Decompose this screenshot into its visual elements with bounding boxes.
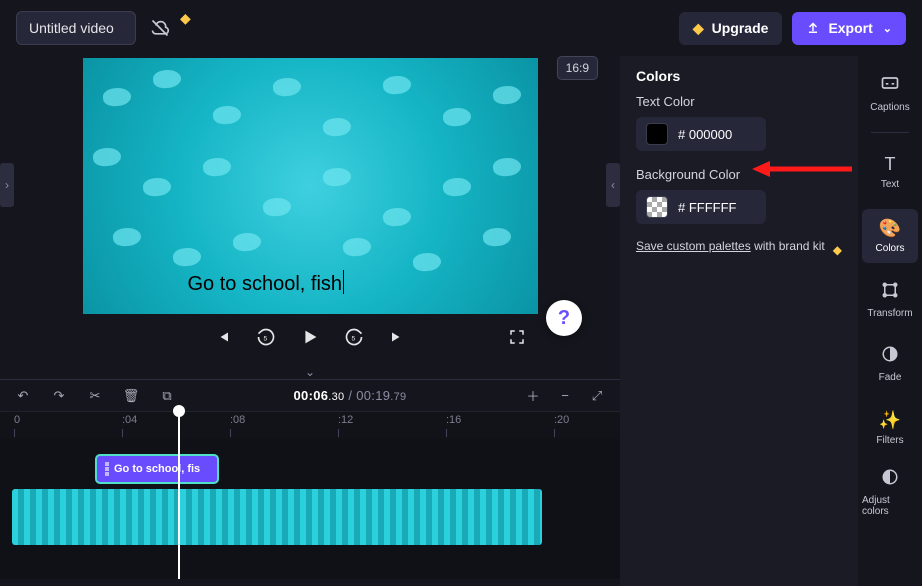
- fullscreen-button[interactable]: [506, 328, 528, 351]
- tick-3: :12: [338, 414, 353, 426]
- filters-icon: ✨: [879, 410, 901, 431]
- prev-button[interactable]: [211, 328, 233, 351]
- premium-gem-icon: ◆: [180, 10, 191, 27]
- svg-text:5: 5: [352, 335, 356, 342]
- right-panel-handle[interactable]: ‹: [606, 163, 620, 207]
- redo-button[interactable]: ↷: [50, 388, 68, 404]
- text-color-hex: # 000000: [678, 127, 732, 142]
- undo-button[interactable]: ↶: [14, 388, 32, 404]
- transform-icon: [881, 281, 899, 304]
- rail-text[interactable]: T Text: [862, 145, 918, 199]
- text-color-swatch: [646, 123, 668, 145]
- rail-filters[interactable]: ✨ Filters: [862, 401, 918, 455]
- text-color-label: Text Color: [636, 94, 842, 109]
- tick-5: :20: [554, 414, 569, 426]
- cloud-off-icon[interactable]: [146, 14, 174, 42]
- captions-icon: [880, 73, 900, 98]
- bg-color-hex: # FFFFFF: [678, 200, 737, 215]
- svg-text:5: 5: [264, 335, 268, 342]
- play-button[interactable]: [299, 326, 321, 353]
- tick-4: :16: [446, 414, 461, 426]
- text-clip[interactable]: Go to school, fis: [96, 455, 218, 483]
- caption-overlay[interactable]: Go to school, fish: [188, 270, 345, 296]
- text-icon: T: [885, 154, 896, 175]
- save-palettes-link[interactable]: Save custom palettes: [636, 239, 751, 253]
- bg-color-label: Background Color: [636, 167, 842, 182]
- rail-transform[interactable]: Transform: [862, 273, 918, 327]
- rewind-5-button[interactable]: 5: [255, 327, 277, 352]
- split-button[interactable]: ✂: [86, 388, 104, 404]
- clip-grip-icon: [105, 462, 109, 476]
- save-palettes-note: Save custom palettes with brand kit ◆: [636, 238, 842, 255]
- gem-icon: ◆: [833, 242, 842, 259]
- export-button[interactable]: Export ⌄: [792, 12, 906, 45]
- help-button[interactable]: ?: [546, 300, 582, 336]
- export-label: Export: [828, 20, 872, 36]
- left-panel-handle[interactable]: ›: [0, 163, 14, 207]
- top-bar: ◆ ◆ Upgrade Export ⌄: [0, 0, 922, 56]
- collapse-preview-caret[interactable]: ⌄: [0, 365, 620, 379]
- current-time: 00:06: [294, 388, 329, 403]
- forward-5-button[interactable]: 5: [343, 327, 365, 352]
- upgrade-label: Upgrade: [712, 20, 769, 36]
- aspect-ratio-chip[interactable]: 16:9: [557, 56, 598, 80]
- upload-icon: [806, 20, 820, 37]
- duplicate-button[interactable]: ⧉: [158, 388, 176, 404]
- timeline-toolbar: ↶ ↷ ✂ 🗑 ⧉ 00:06.30 / 00:19.79 ＋ − ⤢: [0, 379, 620, 411]
- text-clip-label: Go to school, fis: [114, 463, 200, 475]
- rail-colors[interactable]: 🎨 Colors: [862, 209, 918, 263]
- playhead[interactable]: [178, 411, 180, 579]
- timeline-tracks[interactable]: Go to school, fis: [0, 439, 620, 579]
- tick-1: :04: [122, 414, 137, 426]
- next-button[interactable]: [387, 328, 409, 351]
- add-track-button[interactable]: ＋: [524, 386, 542, 405]
- panel-title: Colors: [636, 68, 842, 84]
- tool-rail: Captions T Text 🎨 Colors Transform Fade …: [858, 56, 922, 586]
- rail-fade[interactable]: Fade: [862, 337, 918, 391]
- tick-2: :08: [230, 414, 245, 426]
- chevron-down-icon: ⌄: [883, 22, 892, 35]
- fade-icon: [881, 345, 899, 368]
- player-controls: 5 5 ?: [0, 314, 620, 361]
- rail-divider: [871, 132, 909, 133]
- fit-timeline-button[interactable]: ⤢: [588, 388, 606, 404]
- time-readout: 00:06.30 / 00:19.79: [294, 388, 407, 403]
- project-title-input[interactable]: [16, 11, 136, 45]
- adjust-icon: [881, 468, 899, 491]
- delete-button[interactable]: 🗑: [122, 388, 140, 404]
- text-cursor: [343, 270, 344, 294]
- video-preview[interactable]: Go to school, fish: [83, 58, 538, 314]
- bg-color-swatch: [646, 196, 668, 218]
- bg-color-picker[interactable]: # FFFFFF: [636, 190, 766, 224]
- tick-0: 0: [14, 414, 20, 426]
- rail-captions[interactable]: Captions: [862, 66, 918, 120]
- palette-icon: 🎨: [879, 218, 901, 239]
- rail-adjust-colors[interactable]: Adjust colors: [862, 465, 918, 519]
- upgrade-button[interactable]: ◆ Upgrade: [679, 12, 783, 45]
- zoom-out-button[interactable]: −: [556, 388, 574, 403]
- video-clip[interactable]: [12, 489, 542, 545]
- caption-overlay-text: Go to school, fish: [188, 273, 343, 295]
- duration: 00:19: [356, 388, 390, 403]
- timeline-ruler[interactable]: 0 :04 :08 :12 :16 :20: [0, 411, 620, 439]
- gem-icon: ◆: [693, 20, 704, 37]
- properties-panel: Colors Text Color # 000000 Background Co…: [620, 56, 858, 586]
- text-color-picker[interactable]: # 000000: [636, 117, 766, 151]
